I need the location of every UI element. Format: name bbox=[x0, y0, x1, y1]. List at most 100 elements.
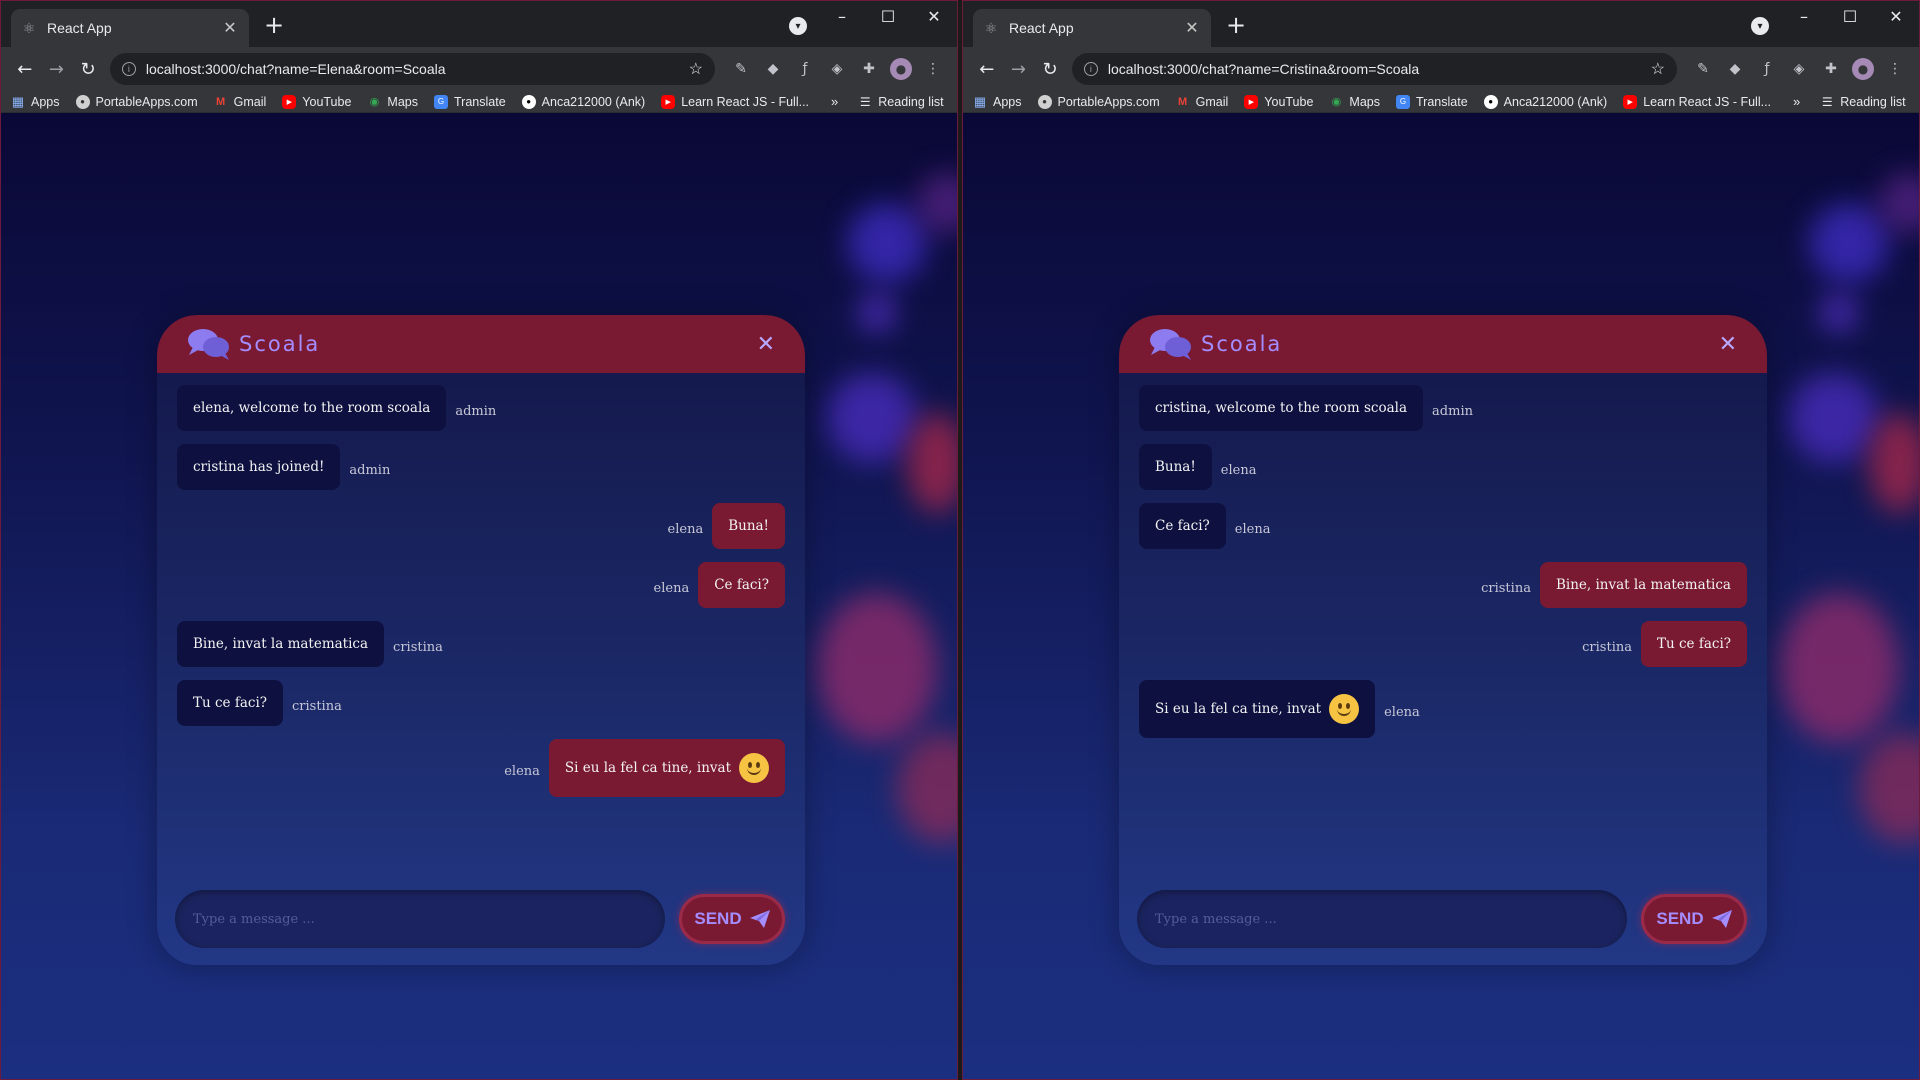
new-tab-button[interactable]: + bbox=[1223, 13, 1249, 39]
bookmark-maps[interactable]: ◉ Maps bbox=[1329, 95, 1380, 109]
message-sender: elena bbox=[667, 521, 704, 537]
browser-tab[interactable]: ⚛ React App ✕ bbox=[973, 9, 1211, 47]
message-bubble: Bine, invat la matematica bbox=[177, 621, 385, 667]
forward-icon[interactable]: → bbox=[41, 53, 73, 85]
menu-dots-icon[interactable]: ⋮ bbox=[1879, 53, 1911, 85]
message-sender: elena bbox=[504, 763, 540, 779]
minimize-icon[interactable]: – bbox=[819, 1, 865, 31]
close-window-icon[interactable]: ✕ bbox=[911, 1, 957, 31]
reading-list[interactable]: ☰ Reading list bbox=[1820, 94, 1906, 109]
bookmark-youtube[interactable]: ▶ YouTube bbox=[282, 94, 351, 109]
youtube-icon: ▶ bbox=[1623, 94, 1638, 109]
bookmark-translate[interactable]: G Translate bbox=[434, 94, 506, 109]
address-bar[interactable]: i localhost:3000/chat?name=Elena&room=Sc… bbox=[109, 53, 715, 85]
bookmark-youtube[interactable]: ▶ YouTube bbox=[1244, 94, 1313, 109]
back-icon[interactable]: ← bbox=[9, 53, 41, 85]
tab-close-icon[interactable]: ✕ bbox=[221, 19, 239, 37]
translate-icon: G bbox=[434, 94, 448, 109]
apps-grid-icon: ▦ bbox=[973, 93, 987, 109]
bookmark-github[interactable]: ● Anca212000 (Ank) bbox=[521, 94, 645, 109]
reading-list-icon: ☰ bbox=[1821, 94, 1833, 109]
profile-avatar[interactable]: ● bbox=[1852, 58, 1874, 80]
message-sender: elena bbox=[653, 580, 690, 596]
new-tab-button[interactable]: + bbox=[261, 13, 287, 39]
info-icon[interactable]: i bbox=[121, 62, 136, 76]
message-list: cristina, welcome to the room scoala adm… bbox=[1119, 373, 1767, 883]
message-sender: cristina bbox=[292, 698, 342, 714]
smiley-emoji-icon bbox=[1329, 694, 1360, 724]
message-bubble: Buna! bbox=[1139, 444, 1212, 490]
bookmark-apps[interactable]: ▦ Apps bbox=[11, 93, 60, 109]
portableapps-icon: ● bbox=[1037, 94, 1052, 109]
minimize-icon[interactable]: – bbox=[1781, 1, 1827, 31]
extension-icon[interactable]: ◆ bbox=[757, 53, 789, 85]
github-icon: ● bbox=[1483, 94, 1498, 109]
room-title: Scoala bbox=[1201, 332, 1283, 356]
reading-list[interactable]: ☰ Reading list bbox=[858, 95, 944, 109]
close-chat-icon[interactable]: ✕ bbox=[757, 332, 775, 357]
bookmark-github[interactable]: ● Anca212000 (Ank) bbox=[1483, 94, 1607, 109]
send-button[interactable]: SEND bbox=[679, 894, 785, 944]
back-icon[interactable]: ← bbox=[971, 53, 1003, 85]
apps-grid-icon: ▦ bbox=[11, 93, 25, 109]
message-sender: elena bbox=[1234, 521, 1271, 537]
chat-bubbles-icon bbox=[1150, 329, 1191, 360]
bookmark-maps[interactable]: ◉ Maps bbox=[367, 95, 418, 109]
close-chat-icon[interactable]: ✕ bbox=[1719, 332, 1737, 357]
close-window-icon[interactable]: ✕ bbox=[1873, 1, 1919, 31]
reload-icon[interactable]: ↻ bbox=[72, 53, 104, 85]
message-bubble: Ce faci? bbox=[698, 562, 785, 608]
bookmark-apps[interactable]: ▦ Apps bbox=[973, 93, 1022, 109]
message-bubble: cristina has joined! bbox=[177, 444, 341, 490]
message-row: elena Buna! bbox=[177, 503, 785, 549]
youtube-icon: ▶ bbox=[1244, 94, 1259, 109]
message-row: Si eu la fel ca tine, invat elena bbox=[1139, 680, 1747, 738]
message-form: SEND bbox=[1137, 889, 1747, 949]
extension-icon[interactable]: ◆ bbox=[1719, 53, 1751, 85]
message-input[interactable] bbox=[175, 890, 665, 948]
reload-icon[interactable]: ↻ bbox=[1034, 53, 1066, 85]
bookmark-star-icon[interactable]: ☆ bbox=[1651, 59, 1665, 79]
extension-icon[interactable]: ◈ bbox=[821, 53, 853, 85]
bookmark-portableapps[interactable]: ● PortableApps.com bbox=[1037, 94, 1160, 109]
more-bookmarks-icon[interactable]: » bbox=[1793, 94, 1800, 109]
formula-extension-icon[interactable]: ƒ bbox=[789, 53, 821, 85]
info-icon[interactable]: i bbox=[1083, 62, 1098, 76]
message-text: Si eu la fel ca tine, invat bbox=[564, 760, 731, 776]
maximize-icon[interactable]: ☐ bbox=[1827, 1, 1873, 31]
browser-tab[interactable]: ⚛ React App ✕ bbox=[11, 9, 249, 47]
puzzle-extensions-icon[interactable]: ✚ bbox=[1815, 53, 1847, 85]
bookmark-gmail[interactable]: M Gmail bbox=[1176, 95, 1228, 109]
bookmark-portableapps[interactable]: ● PortableApps.com bbox=[75, 94, 198, 109]
tab-search-icon[interactable]: ▾ bbox=[1751, 17, 1769, 35]
eyedropper-extension-icon[interactable]: ✎ bbox=[725, 53, 757, 85]
bookmark-learn-react[interactable]: ▶ Learn React JS - Full... bbox=[1623, 94, 1771, 109]
browser-window-left: ⚛ React App ✕ + ▾ – ☐ ✕ ← → ↻ i localhos… bbox=[0, 0, 958, 1080]
eyedropper-extension-icon[interactable]: ✎ bbox=[1687, 53, 1719, 85]
browser-toolbar: ← → ↻ i localhost:3000/chat?name=Cristin… bbox=[963, 47, 1919, 91]
tab-close-icon[interactable]: ✕ bbox=[1183, 19, 1201, 37]
send-button[interactable]: SEND bbox=[1641, 894, 1747, 944]
translate-icon: G bbox=[1396, 94, 1410, 109]
maximize-icon[interactable]: ☐ bbox=[865, 1, 911, 31]
menu-dots-icon[interactable]: ⋮ bbox=[917, 53, 949, 85]
message-row: Tu ce faci? cristina bbox=[177, 680, 785, 726]
forward-icon[interactable]: → bbox=[1003, 53, 1035, 85]
more-bookmarks-icon[interactable]: » bbox=[831, 94, 838, 109]
message-form: SEND bbox=[175, 889, 785, 949]
bookmark-star-icon[interactable]: ☆ bbox=[689, 59, 703, 79]
message-input[interactable] bbox=[1137, 890, 1627, 948]
bookmarks-bar: ▦ Apps ● PortableApps.com M Gmail ▶ YouTube … bbox=[1, 91, 957, 113]
profile-avatar[interactable]: ● bbox=[890, 58, 912, 80]
bookmark-translate[interactable]: G Translate bbox=[1396, 94, 1468, 109]
address-bar[interactable]: i localhost:3000/chat?name=Cristina&room… bbox=[1071, 53, 1677, 85]
message-sender: admin bbox=[455, 403, 497, 419]
bookmark-gmail[interactable]: M Gmail bbox=[214, 95, 266, 109]
paper-plane-icon bbox=[1711, 910, 1732, 928]
bookmark-learn-react[interactable]: ▶ Learn React JS - Full... bbox=[661, 94, 809, 109]
message-row: elena, welcome to the room scoala admin bbox=[177, 385, 785, 431]
puzzle-extensions-icon[interactable]: ✚ bbox=[853, 53, 885, 85]
tab-search-icon[interactable]: ▾ bbox=[789, 17, 807, 35]
extension-icon[interactable]: ◈ bbox=[1783, 53, 1815, 85]
formula-extension-icon[interactable]: ƒ bbox=[1751, 53, 1783, 85]
